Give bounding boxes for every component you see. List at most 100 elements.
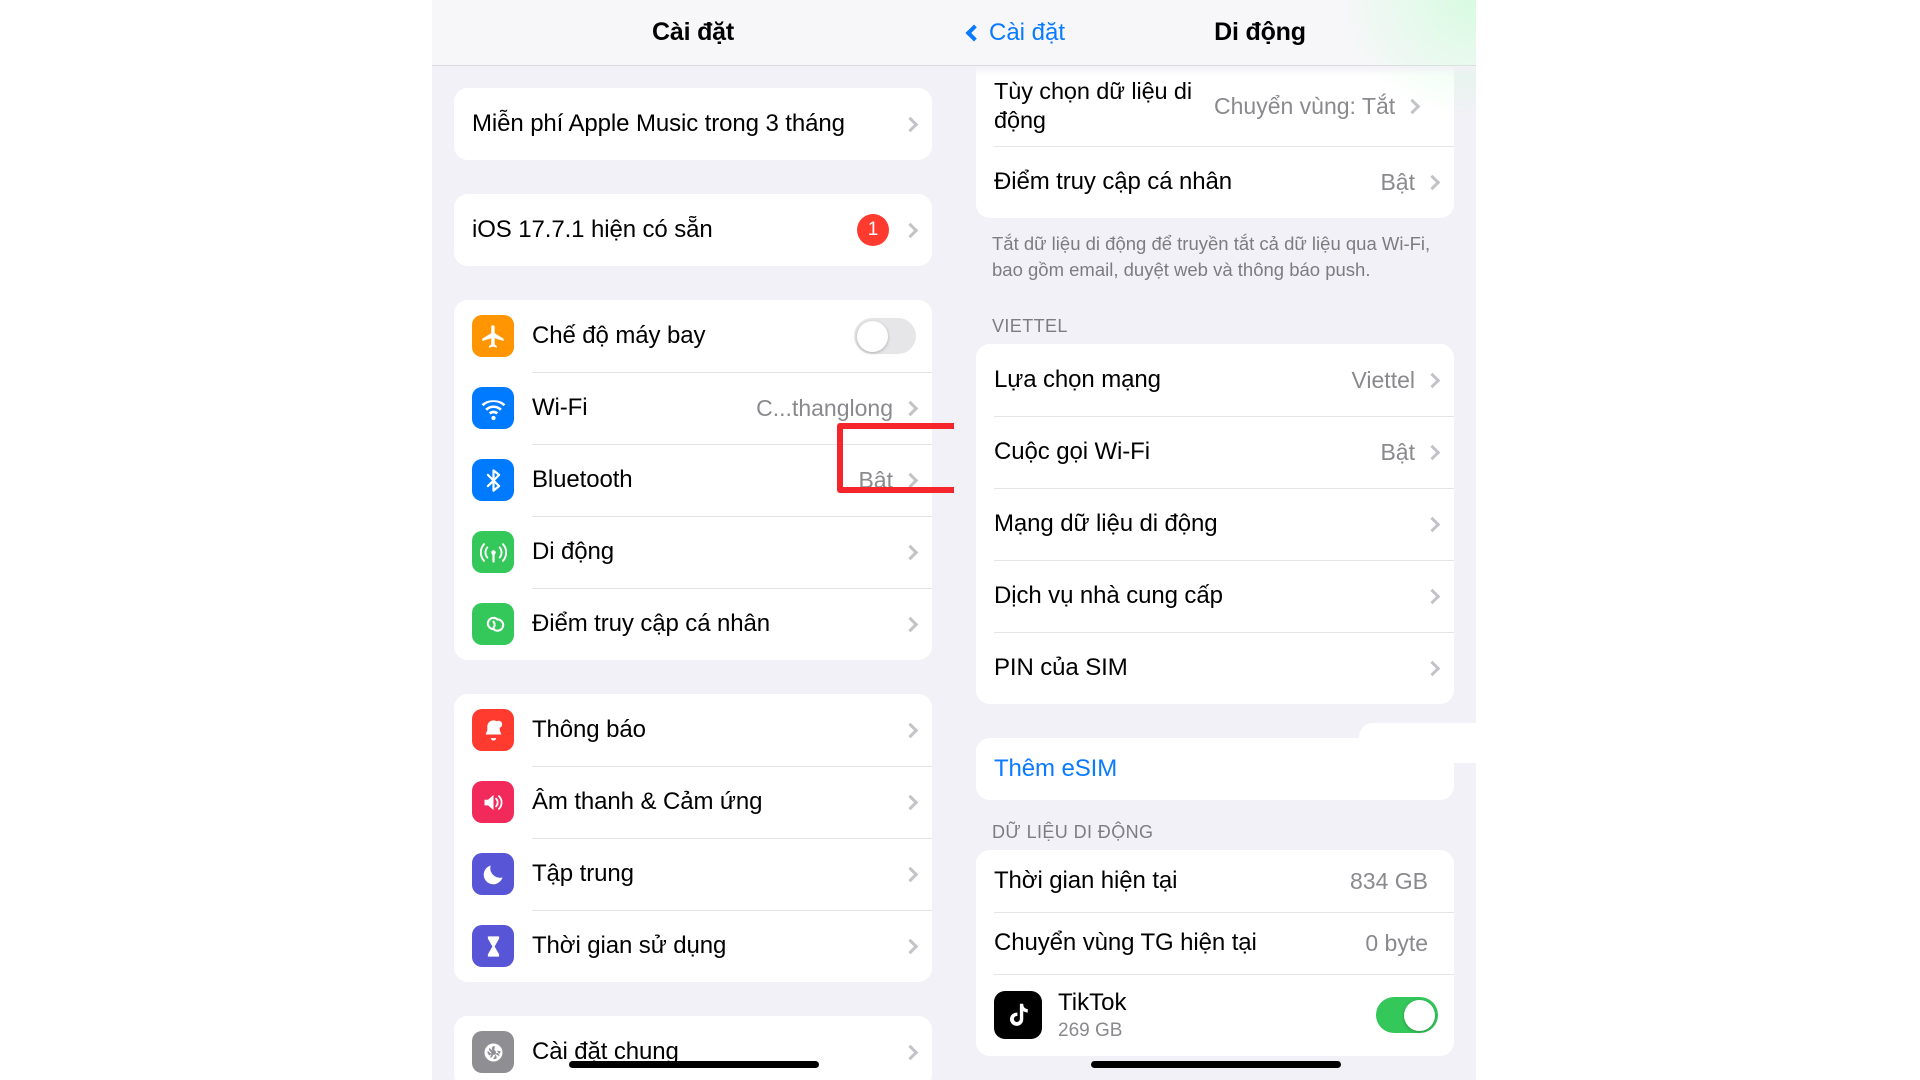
- right-nav-title: Di động: [1214, 18, 1306, 46]
- bell-icon: [472, 709, 514, 751]
- notifications-card: Thông báo Âm thanh & Cảm ứng Tập trung T…: [454, 694, 932, 982]
- left-navbar: Cài đặt: [432, 0, 954, 66]
- row-current-period[interactable]: Thời gian hiện tại 834 GB: [976, 850, 1454, 913]
- chevron-right-icon: [902, 722, 919, 738]
- app-name: TikTok: [1058, 988, 1127, 1016]
- carrier-card: Lựa chọn mạng Viettel Cuộc gọi Wi-Fi Bật…: [976, 344, 1454, 705]
- hotspot-icon: [472, 603, 514, 645]
- apple-music-card: Miễn phí Apple Music trong 3 tháng: [454, 88, 932, 160]
- row-label: Tập trung: [532, 860, 634, 888]
- row-label: Dịch vụ nhà cung cấp: [994, 582, 1223, 610]
- back-button[interactable]: Cài đặt: [965, 18, 1066, 47]
- row-notifications[interactable]: Thông báo: [454, 694, 932, 766]
- row-wifi[interactable]: Wi-Fi C...thanglong: [454, 372, 932, 444]
- gear-icon: [472, 1031, 514, 1073]
- row-label: Chế độ máy bay: [532, 322, 706, 350]
- chevron-right-icon: [1424, 588, 1441, 604]
- row-label: Âm thanh & Cảm ứng: [532, 788, 763, 816]
- row-personal-hotspot[interactable]: Điểm truy cập cá nhân: [454, 588, 932, 660]
- row-label: Điểm truy cập cá nhân: [532, 610, 771, 638]
- add-esim-card: Thêm eSIM: [976, 738, 1454, 801]
- row-label: Miễn phí Apple Music trong 3 tháng: [472, 110, 845, 138]
- left-scroll-area[interactable]: Miễn phí Apple Music trong 3 tháng iOS 1…: [432, 66, 954, 1080]
- row-focus[interactable]: Tập trung: [454, 838, 932, 910]
- chevron-right-icon: [902, 544, 919, 560]
- current-period-value: 834 GB: [1350, 867, 1428, 894]
- settings-panel: Cài đặt Miễn phí Apple Music trong 3 thá…: [432, 0, 954, 1080]
- airplane-icon: [472, 315, 514, 357]
- row-ios-update[interactable]: iOS 17.7.1 hiện có sẵn 1: [454, 194, 932, 266]
- row-label: Thời gian sử dụng: [532, 932, 727, 960]
- chevron-right-icon: [902, 472, 919, 488]
- app-data-size: 269 GB: [1058, 1019, 1123, 1041]
- tiktok-cellular-toggle[interactable]: [1376, 997, 1438, 1034]
- chevron-right-icon: [902, 866, 919, 882]
- toggle-knob: [857, 320, 888, 352]
- chevron-right-icon: [1424, 660, 1441, 676]
- row-wifi-calling[interactable]: Cuộc gọi Wi-Fi Bật: [976, 416, 1454, 489]
- bluetooth-icon: [472, 459, 514, 501]
- wifi-network-value: C...thanglong: [756, 394, 893, 421]
- row-sim-pin[interactable]: PIN của SIM: [976, 632, 1454, 705]
- chevron-right-icon: [902, 400, 919, 416]
- row-label: PIN của SIM: [994, 654, 1128, 682]
- update-badge: 1: [857, 214, 889, 246]
- row-cellular[interactable]: Di động: [454, 516, 932, 588]
- chevron-right-icon: [902, 794, 919, 810]
- tiktok-icon: [994, 991, 1042, 1040]
- row-cellular-data-network[interactable]: Mạng dữ liệu di động: [976, 488, 1454, 561]
- chevron-right-icon: [1404, 98, 1421, 114]
- wifi-calling-value: Bật: [1380, 438, 1415, 465]
- row-carrier-services[interactable]: Dịch vụ nhà cung cấp: [976, 560, 1454, 633]
- chevron-right-icon: [1424, 444, 1441, 460]
- back-label: Cài đặt: [989, 18, 1066, 46]
- airplane-mode-toggle[interactable]: [854, 318, 916, 354]
- right-scroll-area[interactable]: Tùy chọn dữ liệu di động Chuyển vùng: Tắ…: [954, 66, 1476, 1080]
- row-label: Tùy chọn dữ liệu di động: [994, 78, 1193, 133]
- row-apple-music[interactable]: Miễn phí Apple Music trong 3 tháng: [454, 88, 932, 160]
- roaming-period-value: 0 byte: [1365, 929, 1428, 956]
- phone-pair: Cài đặt Miễn phí Apple Music trong 3 thá…: [432, 0, 1476, 1080]
- bluetooth-value: Bật: [858, 466, 893, 493]
- right-navbar: Cài đặt Di động: [954, 0, 1476, 66]
- app-info: TikTok 269 GB: [1058, 989, 1376, 1042]
- row-screen-time[interactable]: Thời gian sử dụng: [454, 910, 932, 982]
- row-label: Điểm truy cập cá nhân: [994, 168, 1233, 196]
- home-indicator: [569, 1061, 819, 1068]
- general-card: Cài đặt chung: [454, 1016, 932, 1080]
- row-app-tiktok[interactable]: TikTok 269 GB: [976, 974, 1454, 1057]
- chevron-right-icon: [1424, 372, 1441, 388]
- row-personal-hotspot[interactable]: Điểm truy cập cá nhân Bật: [976, 146, 1454, 218]
- row-general[interactable]: Cài đặt chung: [454, 1016, 932, 1080]
- moon-icon: [472, 853, 514, 895]
- add-esim-label: Thêm eSIM: [994, 755, 1118, 783]
- row-label: Bluetooth: [532, 466, 633, 494]
- left-nav-title: Cài đặt: [652, 18, 734, 46]
- network-value: Viettel: [1351, 366, 1415, 393]
- chevron-right-icon: [1424, 174, 1441, 190]
- row-add-esim[interactable]: Thêm eSIM: [976, 738, 1454, 801]
- roaming-value: Chuyển vùng: Tắt: [1214, 92, 1396, 119]
- hotspot-value: Bật: [1380, 168, 1415, 195]
- row-network-selection[interactable]: Lựa chọn mạng Viettel: [976, 344, 1454, 417]
- speaker-icon: [472, 781, 514, 823]
- carrier-section-header: VIETTEL: [992, 316, 1068, 337]
- row-label: iOS 17.7.1 hiện có sẵn: [472, 216, 713, 244]
- row-cellular-data-options[interactable]: Tùy chọn dữ liệu di động Chuyển vùng: Tắ…: [976, 66, 1454, 146]
- chevron-left-icon: [965, 24, 983, 41]
- row-current-period-roaming[interactable]: Chuyển vùng TG hiện tại 0 byte: [976, 912, 1454, 975]
- toggle-knob: [1404, 999, 1435, 1031]
- cellular-data-footnote: Tắt dữ liệu di động để truyền tắt cả dữ …: [992, 233, 1431, 280]
- home-indicator: [1091, 1061, 1341, 1068]
- row-airplane-mode[interactable]: Chế độ máy bay: [454, 300, 932, 372]
- cellular-data-card: Thời gian hiện tại 834 GB Chuyển vùng TG…: [976, 850, 1454, 1057]
- chevron-right-icon: [902, 616, 919, 632]
- row-sounds-haptics[interactable]: Âm thanh & Cảm ứng: [454, 766, 932, 838]
- chevron-right-icon: [902, 116, 919, 132]
- chevron-right-icon: [902, 938, 919, 954]
- row-bluetooth[interactable]: Bluetooth Bật: [454, 444, 932, 516]
- row-label: Lựa chọn mạng: [994, 366, 1161, 394]
- row-label: Thời gian hiện tại: [994, 867, 1178, 895]
- cellular-options-card: Tùy chọn dữ liệu di động Chuyển vùng: Tắ…: [976, 66, 1454, 218]
- row-label: Di động: [532, 538, 615, 566]
